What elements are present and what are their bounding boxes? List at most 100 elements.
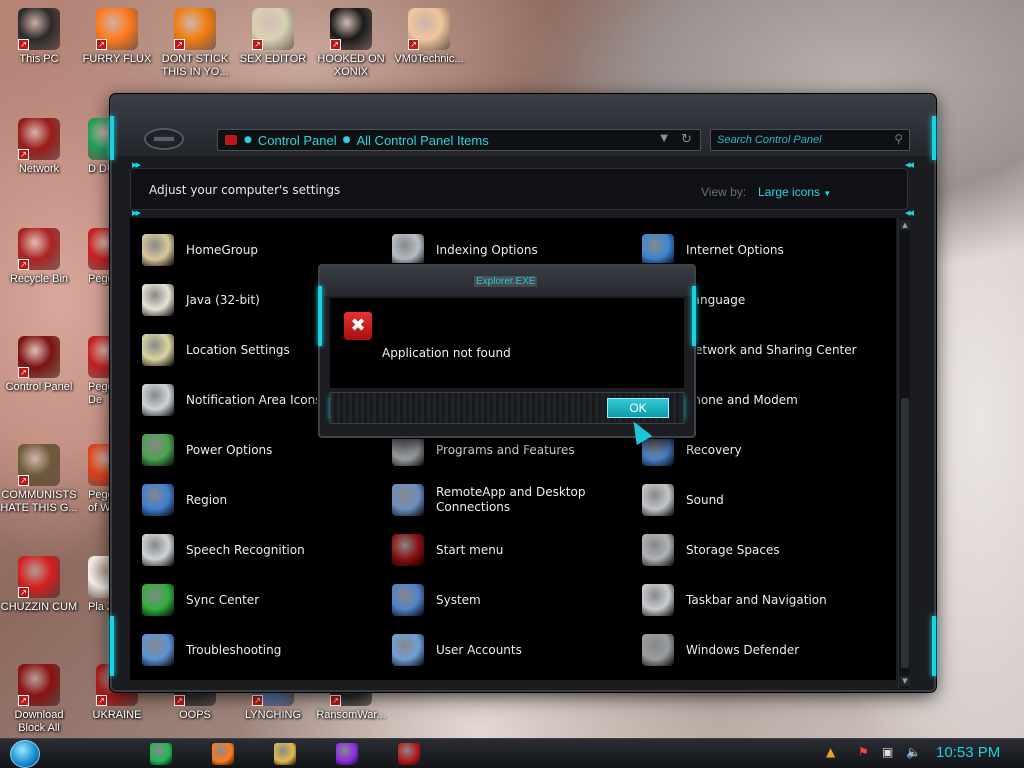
control-panel-item-label: User Accounts <box>436 642 522 657</box>
java-icon <box>142 284 174 316</box>
breadcrumb-separator-icon: ● <box>342 135 351 145</box>
folder-icon[interactable] <box>274 743 296 765</box>
page-title: Adjust your computer's settings <box>149 183 341 197</box>
chevron-down-icon[interactable]: ▼ <box>660 133 668 144</box>
chat-icon[interactable] <box>150 743 172 765</box>
desktop-icon[interactable]: ↗ COMMUNISTS HATE THIS G... <box>0 444 78 515</box>
control-panel-item-label: Notification Area Icons <box>186 392 322 407</box>
control-panel-item-label: Network and Sharing Center <box>686 342 857 357</box>
vertical-scrollbar[interactable]: ▲ ▼ <box>898 218 910 688</box>
desktop-icon-label: Control Panel <box>5 381 73 393</box>
control-panel-item[interactable]: Storage Spaces <box>642 530 882 570</box>
control-panel-item[interactable]: Speech Recognition <box>142 530 382 570</box>
control-panel-item[interactable]: Sync Center <box>142 580 382 620</box>
error-message: Application not found <box>382 346 511 360</box>
breadcrumb-all-items[interactable]: All Control Panel Items <box>351 133 495 148</box>
search-input[interactable]: Search Control Panel ⚲ <box>710 129 910 151</box>
control-panel-icon[interactable] <box>398 743 420 765</box>
frame-accent <box>110 116 114 160</box>
control-panel-item[interactable]: User Accounts <box>392 630 632 670</box>
control-panel-item[interactable]: System <box>392 580 632 620</box>
frame-accent <box>932 116 936 160</box>
dialog-caption: Explorer.EXE <box>474 276 538 287</box>
desktop-icon[interactable]: ↗ This PC <box>0 8 78 66</box>
control-panel-item[interactable]: Troubleshooting <box>142 630 382 670</box>
breadcrumb-separator-icon: ● <box>244 135 252 145</box>
desktop-icon[interactable]: ↗ HOOKED ON XONIX <box>312 8 390 79</box>
firefox-icon[interactable] <box>212 743 234 765</box>
control-panel-item-label: Indexing Options <box>436 242 538 257</box>
desktop-icon[interactable]: ↗ Download Block All <box>0 664 78 735</box>
microphone-icon <box>142 534 174 566</box>
chevron-down-icon: ▼ <box>823 189 832 198</box>
refresh-icon[interactable]: ↻ <box>681 132 692 147</box>
sound-icon <box>642 484 674 516</box>
control-panel-item[interactable]: Start menu <box>392 530 632 570</box>
control-panel-item[interactable]: Taskbar and Navigation <box>642 580 882 620</box>
address-bar[interactable]: ● Control Panel ● All Control Panel Item… <box>217 129 701 151</box>
shortcut-arrow-icon: ↗ <box>18 475 29 486</box>
taskbar-navigation-icon <box>642 584 674 616</box>
start-button[interactable] <box>10 740 40 768</box>
desktop-icon-label: FURRY FLUX <box>82 53 152 65</box>
clock[interactable]: 10:53 PM <box>936 744 1000 761</box>
window-logo-icon <box>144 128 184 150</box>
view-by-dropdown[interactable]: Large icons ▼ <box>758 185 831 199</box>
control-panel-item-label: Region <box>186 492 228 507</box>
desktop-icon-label: LYNCHING <box>244 709 302 721</box>
shortcut-arrow-icon: ↗ <box>252 39 263 50</box>
scroll-down-icon[interactable]: ▼ <box>900 676 910 686</box>
shortcut-arrow-icon: ↗ <box>252 695 263 706</box>
search-placeholder: Search Control Panel <box>717 134 822 146</box>
dialog-footer: OK <box>330 392 684 424</box>
region-icon <box>142 484 174 516</box>
doctor-icon: ↗ <box>408 8 450 50</box>
volume-icon[interactable]: 🔈 <box>906 745 921 759</box>
homegroup-icon <box>142 234 174 266</box>
desktop-icon[interactable]: ↗ FURRY FLUX <box>78 8 156 66</box>
shortcut-arrow-icon: ↗ <box>408 39 419 50</box>
error-icon: ✖ <box>344 312 372 340</box>
desktop-icon[interactable]: ↗ VM0Technic... <box>390 8 468 66</box>
monitor-icon: ↗ <box>18 8 60 50</box>
search-icon[interactable]: ⚲ <box>894 132 903 146</box>
control-panel-item[interactable]: Region <box>142 480 382 520</box>
control-panel-item-label: Internet Options <box>686 242 784 257</box>
tray-app-icon[interactable]: ▲ <box>826 745 835 759</box>
control-panel-item-label: Location Settings <box>186 342 290 357</box>
breadcrumb-control-panel[interactable]: Control Panel <box>252 133 343 148</box>
frame-accent <box>318 286 322 346</box>
network-tray-icon[interactable]: ▣ <box>882 745 893 759</box>
frame-accent <box>932 616 936 676</box>
search-app-icon[interactable] <box>336 743 358 765</box>
troubleshooting-icon <box>142 634 174 666</box>
control-panel-item-label: Power Options <box>186 442 273 457</box>
shortcut-arrow-icon: ↗ <box>174 39 185 50</box>
taskbar: ▲ ⚑ ▣ 🔈 10:53 PM <box>0 738 1024 768</box>
control-panel-icon: ↗ <box>18 336 60 378</box>
shortcut-arrow-icon: ↗ <box>18 367 29 378</box>
programs-features-icon <box>392 434 424 466</box>
start-menu-icon <box>392 534 424 566</box>
ok-button[interactable]: OK <box>607 398 669 418</box>
control-panel-item[interactable]: Windows Defender <box>642 630 882 670</box>
shortcut-arrow-icon: ↗ <box>96 39 107 50</box>
control-panel-item-label: Speech Recognition <box>186 542 305 557</box>
chuzzle-icon: ↗ <box>18 556 60 598</box>
desktop-icon[interactable]: ↗ SEX EDITOR <box>234 8 312 66</box>
storage-spaces-icon <box>642 534 674 566</box>
desktop-icon-label: UKRAINE <box>92 709 142 721</box>
desktop-icon[interactable]: ↗ DONT STICK THIS IN YO... <box>156 8 234 79</box>
scroll-up-icon[interactable]: ▲ <box>900 220 910 230</box>
desktop-icon[interactable]: ↗ Control Panel <box>0 336 78 394</box>
control-panel-item[interactable]: Sound <box>642 480 882 520</box>
desktop-icon[interactable]: ↗ CHUZZIN CUM <box>0 556 78 614</box>
network-icon: ↗ <box>18 118 60 160</box>
action-center-flag-icon[interactable]: ⚑ <box>858 745 869 759</box>
view-by-label: View by: <box>701 185 747 199</box>
control-panel-item[interactable]: RemoteApp and Desktop Connections <box>392 480 632 520</box>
scrollbar-thumb[interactable] <box>901 398 909 668</box>
desktop-icon[interactable]: ↗ Recycle Bin <box>0 228 78 286</box>
system-icon <box>392 584 424 616</box>
desktop-icon[interactable]: ↗ Network <box>0 118 78 176</box>
